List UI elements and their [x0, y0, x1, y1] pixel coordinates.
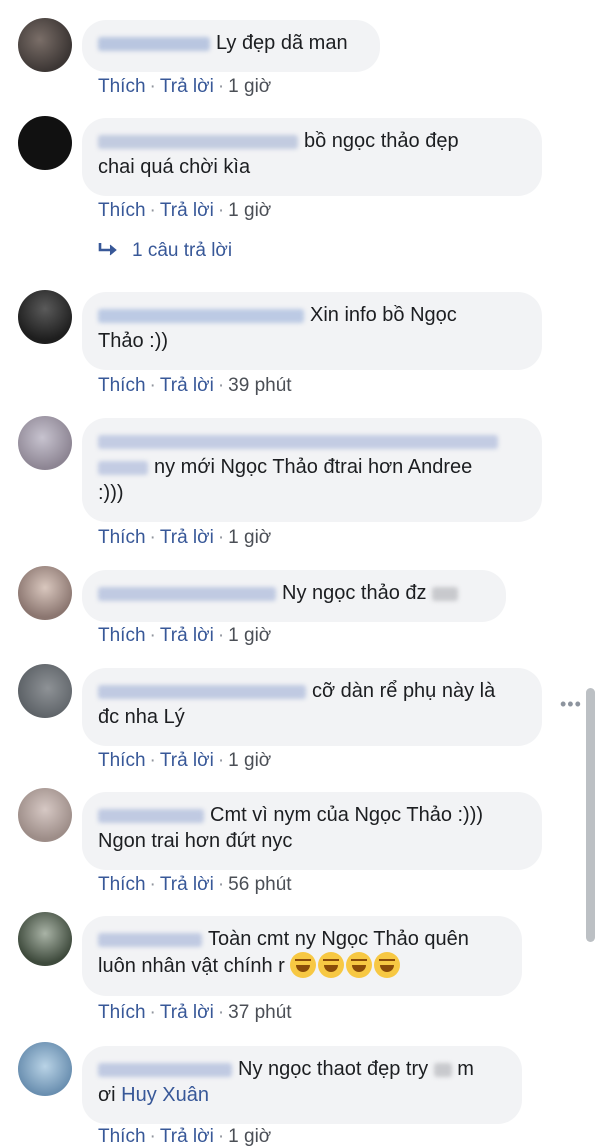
reply-link[interactable]: Trả lời [160, 1002, 214, 1023]
avatar[interactable] [18, 912, 72, 966]
comment-actions: Thích · Trả lời · 1 giờ [98, 200, 272, 221]
timestamp[interactable]: 56 phút [228, 874, 291, 895]
reply-link[interactable]: Trả lời [160, 375, 214, 396]
comment-text-line1: Toàn cmt ny Ngọc Thảo quên [208, 928, 469, 950]
timestamp[interactable]: 1 giờ [228, 200, 271, 221]
avatar[interactable] [18, 664, 72, 718]
reply-link[interactable]: Trả lời [160, 527, 214, 548]
comment-actions: Thích · Trả lời · 56 phút [98, 874, 292, 895]
comment-text-line2: đc nha Lý [98, 706, 185, 728]
timestamp[interactable]: 39 phút [228, 375, 291, 396]
avatar[interactable] [18, 290, 72, 344]
comment-bubble: ny mới Ngọc Thảo đtrai hơn Andree :))) [82, 418, 542, 522]
avatar[interactable] [18, 416, 72, 470]
timestamp[interactable]: 1 giờ [228, 76, 271, 97]
author-name[interactable] [98, 134, 298, 149]
replies-count: 1 câu trả lời [132, 240, 233, 261]
comment-text-line2: Ngon trai hơn đứt nyc [98, 830, 293, 852]
comment-bubble: Ny ngọc thaot đẹp try m ơi Huy Xuân [82, 1046, 522, 1124]
comment-bubble: cỡ dàn rể phụ này là đc nha Lý [82, 668, 542, 746]
comment-bubble: Xin info bồ Ngọc Thảo :)) [82, 292, 542, 370]
comment-actions: Thích · Trả lời · 1 giờ [98, 527, 272, 548]
like-link[interactable]: Thích [98, 375, 146, 396]
avatar[interactable] [18, 566, 72, 620]
timestamp[interactable]: 1 giờ [228, 750, 271, 771]
comment-actions: Thích · Trả lời · 1 giờ [98, 1126, 272, 1147]
comment-text-line1: Xin info bồ Ngọc [310, 304, 457, 326]
avatar[interactable] [18, 788, 72, 842]
view-replies-link[interactable]: 1 câu trả lời [98, 240, 232, 262]
author-name[interactable] [98, 808, 204, 823]
author-name[interactable] [98, 932, 202, 947]
like-link[interactable]: Thích [98, 200, 146, 221]
comment-text: Ny ngọc thảo đz [282, 582, 427, 604]
like-link[interactable]: Thích [98, 874, 146, 895]
comment-actions: Thích · Trả lời · 1 giờ [98, 625, 272, 646]
laughing-tears-emoji [346, 952, 373, 978]
author-name[interactable] [98, 684, 306, 699]
censored-word [432, 586, 459, 601]
author-name-continued[interactable] [98, 460, 148, 475]
avatar[interactable] [18, 116, 72, 170]
comment-bubble: bồ ngọc thảo đẹp chai quá chời kìa [82, 118, 542, 196]
comment-bubble: Ny ngọc thảo đz [82, 570, 506, 622]
comment-bubble: Cmt vì nym của Ngọc Thảo :))) Ngon trai … [82, 792, 542, 870]
comment-text-line2: :))) [98, 482, 124, 504]
comment-text-line2: ơi [98, 1084, 116, 1106]
reply-link[interactable]: Trả lời [160, 874, 214, 895]
comment-text-line1: cỡ dàn rể phụ này là [312, 680, 496, 702]
laughing-tears-emoji [374, 952, 401, 978]
comment-actions: Thích · Trả lời · 1 giờ [98, 750, 272, 771]
author-name[interactable] [98, 434, 498, 449]
like-link[interactable]: Thích [98, 527, 146, 548]
comment-text: Ly đẹp dã man [216, 32, 348, 54]
mention-link[interactable]: Huy Xuân [121, 1084, 209, 1106]
comment-text-line1: Cmt vì nym của Ngọc Thảo :))) [210, 804, 484, 826]
author-name[interactable] [98, 1062, 232, 1077]
comment-text-line1: ny mới Ngọc Thảo đtrai hơn Andree [154, 456, 473, 478]
like-link[interactable]: Thích [98, 76, 146, 97]
comment-actions: Thích · Trả lời · 1 giờ [98, 76, 272, 97]
comment-text-line2: chai quá chời kìa [98, 156, 251, 178]
comment-text-line1: Ny ngọc thaot đẹp try [238, 1058, 429, 1080]
comment-actions: Thích · Trả lời · 39 phút [98, 375, 292, 396]
comment-text-line2: luôn nhân vật chính r [98, 955, 285, 977]
comment-bubble: Ly đẹp dã man [82, 20, 380, 72]
more-options-icon[interactable]: ••• [560, 694, 582, 715]
avatar[interactable] [18, 18, 72, 72]
timestamp[interactable]: 1 giờ [228, 625, 271, 646]
reply-arrow-icon [98, 243, 117, 256]
reply-link[interactable]: Trả lời [160, 76, 214, 97]
reply-link[interactable]: Trả lời [160, 200, 214, 221]
laughing-tears-emoji [290, 952, 317, 978]
comment-actions: Thích · Trả lời · 37 phút [98, 1002, 292, 1023]
reply-link[interactable]: Trả lời [160, 750, 214, 771]
author-name[interactable] [98, 36, 210, 51]
laughing-tears-emoji [318, 952, 345, 978]
timestamp[interactable]: 1 giờ [228, 527, 271, 548]
reply-link[interactable]: Trả lời [160, 625, 214, 646]
comment-text-line1: bồ ngọc thảo đẹp [304, 130, 459, 152]
avatar[interactable] [18, 1042, 72, 1096]
scrollbar-thumb[interactable] [586, 688, 595, 942]
like-link[interactable]: Thích [98, 750, 146, 771]
like-link[interactable]: Thích [98, 625, 146, 646]
author-name[interactable] [98, 586, 276, 601]
like-link[interactable]: Thích [98, 1002, 146, 1023]
comment-text-line2: Thảo :)) [98, 330, 169, 352]
comment-bubble: Toàn cmt ny Ngọc Thảo quên luôn nhân vật… [82, 916, 522, 996]
timestamp[interactable]: 37 phút [228, 1002, 291, 1023]
censored-word [433, 1062, 452, 1077]
author-name[interactable] [98, 308, 304, 323]
